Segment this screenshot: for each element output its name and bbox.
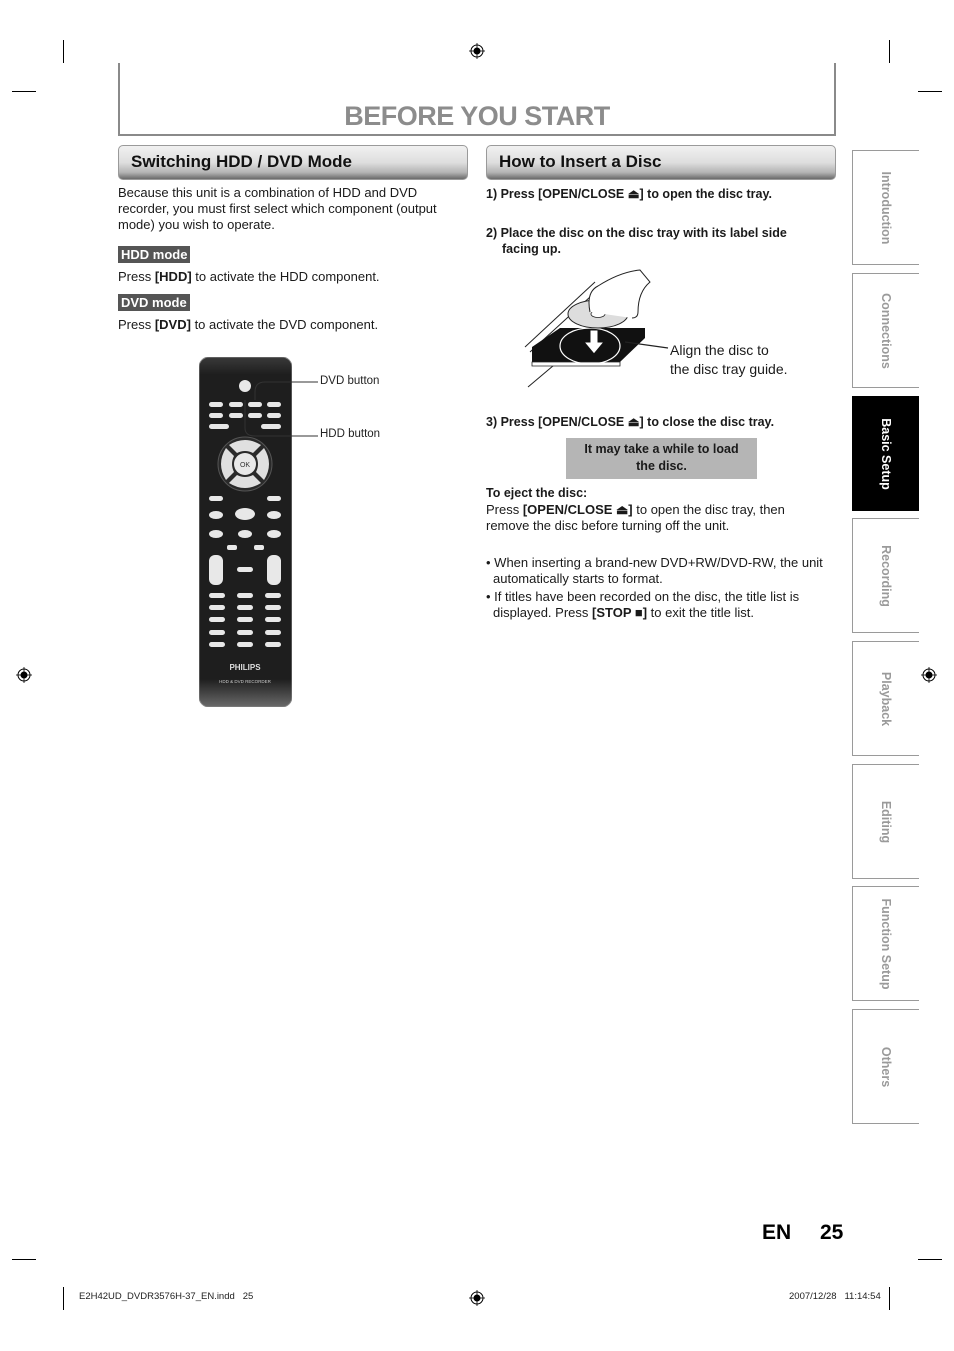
step-1: 1) Press [OPEN/CLOSE ⏏] to open the disc… <box>486 187 772 201</box>
caption-line: Align the disc to <box>670 342 769 358</box>
tab-function-setup[interactable]: Function Setup <box>852 886 919 1001</box>
crop-mark <box>63 40 64 63</box>
bullet-icon: • <box>486 555 495 570</box>
remote-ok-label: OK <box>240 462 250 469</box>
hdd-key: [HDD] <box>154 269 192 284</box>
eject-line-1: Press [OPEN/CLOSE ⏏] to open the disc tr… <box>486 502 841 518</box>
tab-label: Basic Setup <box>879 417 893 490</box>
note-line: It may take a while to load <box>584 442 739 456</box>
tab-label: Recording <box>879 544 893 607</box>
eject-prefix: Press <box>486 502 523 517</box>
bullet-line: When inserting a brand-new DVD+RW/DVD-RW… <box>494 555 823 570</box>
tab-basic-setup[interactable]: Basic Setup <box>852 396 919 511</box>
bullet-item: • When inserting a brand-new DVD+RW/DVD-… <box>486 555 846 587</box>
tab-label: Function Setup <box>879 898 893 989</box>
tab-connections[interactable]: Connections <box>852 273 919 388</box>
dvd-mode-instruction: Press [DVD] to activate the DVD componen… <box>118 317 468 333</box>
crop-mark <box>918 91 942 92</box>
dvd-key: [DVD] <box>154 317 191 332</box>
disc-tray-illustration <box>524 269 669 388</box>
bullet-line-2: displayed. Press [STOP ■] to exit the ti… <box>486 605 846 621</box>
step-3: 3) Press [OPEN/CLOSE ⏏] to close the dis… <box>486 415 775 429</box>
tab-label: Connections <box>879 292 893 369</box>
section-heading-insert-disc: How to Insert a Disc <box>486 145 836 180</box>
instruction-prefix: Press <box>118 317 155 332</box>
tab-label: Others <box>879 1046 893 1087</box>
eject-heading: To eject the disc: <box>486 486 588 500</box>
note-line: the disc. <box>636 459 687 473</box>
illustration-caption: Align the disc to the disc tray guide. <box>670 341 788 379</box>
tab-label: Editing <box>879 800 893 843</box>
crop-mark <box>63 1287 64 1310</box>
remote-brand: PHILIPS <box>229 663 261 672</box>
dvd-button-callout: DVD button <box>320 375 380 387</box>
tab-editing[interactable]: Editing <box>852 764 919 879</box>
section-heading-switching-mode: Switching HDD / DVD Mode <box>118 145 468 180</box>
bullet-line: automatically starts to format. <box>493 571 663 586</box>
stop-key: [STOP ■] <box>592 605 648 620</box>
tab-recording[interactable]: Recording <box>852 518 919 633</box>
footer-file: E2H42UD_DVDR3576H-37_EN.indd 25 <box>79 1291 254 1302</box>
bullet-suffix: to exit the title list. <box>647 605 754 620</box>
crop-mark <box>12 91 36 92</box>
bullet-icon: • <box>486 589 495 604</box>
footer-timestamp: 2007/12/28 11:14:54 <box>789 1291 881 1302</box>
crop-mark <box>918 1259 942 1260</box>
intro-paragraph: Because this unit is a combination of HD… <box>118 185 437 232</box>
registration-mark-icon <box>16 667 32 683</box>
bullet-prefix: displayed. Press <box>493 605 592 620</box>
step-2: 2) Place the disc on the disc tray with … <box>486 226 787 240</box>
eject-instruction: Press [OPEN/CLOSE ⏏] to open the disc tr… <box>486 502 841 534</box>
registration-mark-icon <box>469 1290 485 1306</box>
crop-mark <box>889 1287 890 1310</box>
tab-label: Introduction <box>879 171 893 244</box>
hdd-mode-instruction: Press [HDD] to activate the HDD componen… <box>118 269 468 285</box>
crop-mark <box>12 1259 36 1260</box>
instruction-suffix: to activate the HDD component. <box>191 269 380 284</box>
loading-note: It may take a while to load the disc. <box>566 438 757 479</box>
language-code: EN <box>762 1221 792 1244</box>
instruction-suffix: to activate the DVD component. <box>190 317 379 332</box>
tab-playback[interactable]: Playback <box>852 641 919 756</box>
tab-label: Playback <box>879 671 893 726</box>
registration-mark-icon <box>921 667 937 683</box>
hdd-button-callout: HDD button <box>320 428 381 440</box>
hdd-mode-tag: HDD mode <box>118 246 191 263</box>
section-heading-text: Switching HDD / DVD Mode <box>131 152 352 171</box>
remote-model: HDD & DVD RECORDER <box>219 679 272 684</box>
title-frame: BEFORE YOU START <box>118 63 836 136</box>
eject-suffix: to open the disc tray, then <box>632 502 785 517</box>
registration-mark-icon <box>469 43 485 59</box>
section-heading-text: How to Insert a Disc <box>499 152 662 171</box>
page-title: BEFORE YOU START <box>344 101 610 131</box>
crop-mark <box>889 40 890 63</box>
caption-line: the disc tray guide. <box>670 361 788 377</box>
bullet-line: If titles have been recorded on the disc… <box>494 589 800 604</box>
eject-line-2: remove the disc before turning off the u… <box>486 518 730 533</box>
callout-lines <box>244 381 318 437</box>
tab-others[interactable]: Others <box>852 1009 919 1124</box>
step-2-cont: facing up. <box>502 242 562 256</box>
tab-introduction[interactable]: Introduction <box>852 150 919 265</box>
instruction-prefix: Press <box>118 269 155 284</box>
bullet-item: • If titles have been recorded on the di… <box>486 589 846 621</box>
open-close-key: [OPEN/CLOSE ⏏] <box>522 502 633 517</box>
dvd-mode-tag: DVD mode <box>118 294 190 311</box>
page-number: 25 <box>820 1221 844 1244</box>
